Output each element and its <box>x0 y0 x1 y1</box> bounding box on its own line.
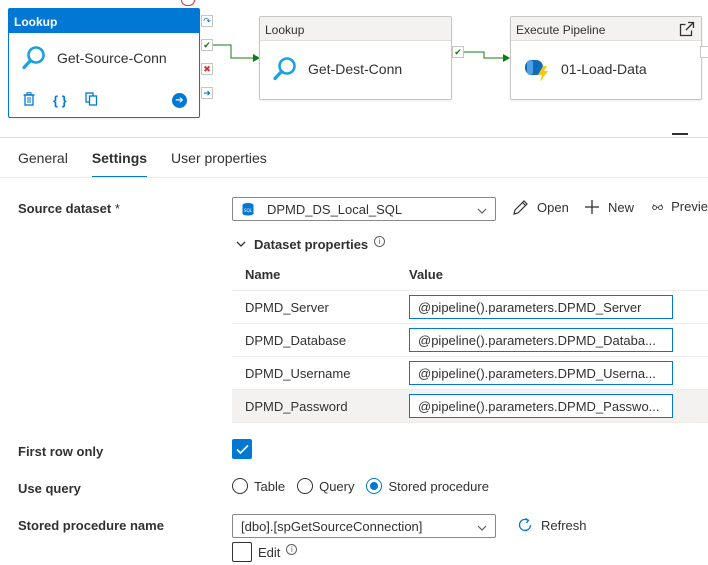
radio-table[interactable]: Table <box>232 478 285 494</box>
param-name: DPMD_Username <box>245 365 351 381</box>
source-dataset-value: DPMD_DS_Local_SQL <box>267 201 403 217</box>
success-port-icon[interactable]: ✔ <box>452 46 464 58</box>
param-value-text: @pipeline().parameters.DPMD_Server <box>418 299 642 315</box>
use-query-radio-group: Table Query Stored procedure <box>232 478 501 494</box>
stored-procedure-select[interactable]: [dbo].[spGetSourceConnection] <box>232 514 496 538</box>
delete-icon[interactable] <box>23 92 35 109</box>
execute-pipeline-icon <box>525 60 548 82</box>
param-value-input[interactable]: @pipeline().parameters.DPMD_Userna... <box>409 361 673 385</box>
failure-port-icon[interactable]: ✖ <box>201 63 213 75</box>
lookup-icon <box>22 46 45 70</box>
checkmark-icon <box>235 444 249 454</box>
activity-01-load-data[interactable]: Execute Pipeline 01-Load-Data <box>510 16 702 100</box>
param-value-input[interactable]: @pipeline().parameters.DPMD_Databa... <box>409 328 673 352</box>
edit-label: Edit <box>258 544 281 560</box>
radio-label: Table <box>254 478 286 494</box>
svg-text:SQL: SQL <box>244 208 253 213</box>
activity-name: Get-Dest-Conn <box>308 61 403 77</box>
dataset-properties-label: Dataset properties <box>254 237 369 252</box>
radio-query[interactable]: Query <box>297 478 354 494</box>
glasses-icon <box>652 203 663 210</box>
info-icon[interactable]: i <box>286 543 298 555</box>
table-row: DPMD_Database @pipeline().parameters.DPM… <box>232 324 708 357</box>
radio-circle <box>297 478 314 494</box>
table-row: DPMD_Username @pipeline().parameters.DPM… <box>232 357 708 390</box>
stored-procedure-label: Stored procedure name <box>18 518 164 533</box>
pipeline-canvas[interactable]: Lookup Get-Source-Conn { } ➔ ↷ ✔ ✖ ➜ Loo… <box>0 0 708 138</box>
activity-type-label: Lookup <box>9 9 199 33</box>
checkbox-box <box>232 542 252 562</box>
first-row-only-checkbox[interactable] <box>232 439 252 459</box>
new-dataset-button[interactable]: New <box>584 199 634 215</box>
code-icon[interactable]: { } <box>53 93 67 108</box>
table-row: DPMD_Password @pipeline().parameters.DPM… <box>232 390 708 423</box>
chevron-down-icon <box>477 519 487 534</box>
success-port-icon[interactable]: ✔ <box>201 39 213 51</box>
success-port-icon[interactable] <box>700 46 708 58</box>
open-label: Open <box>537 200 569 215</box>
param-value-input[interactable]: @pipeline().parameters.DPMD_Passwo... <box>409 394 673 418</box>
param-name: DPMD_Password <box>245 398 348 414</box>
activity-get-dest-conn[interactable]: Lookup Get-Dest-Conn <box>259 16 452 100</box>
param-value-text: @pipeline().parameters.DPMD_Databa... <box>418 332 656 348</box>
refresh-icon <box>518 517 532 531</box>
preview-label: Previe <box>671 199 708 214</box>
activity-name: Get-Source-Conn <box>57 50 167 66</box>
column-header-value: Value <box>409 266 443 282</box>
stored-procedure-value: [dbo].[spGetSourceConnection] <box>241 518 423 534</box>
tab-settings[interactable]: Settings <box>91 150 148 178</box>
open-dataset-button[interactable]: Open <box>512 199 569 216</box>
chevron-down-icon <box>236 239 246 250</box>
copy-icon[interactable] <box>85 92 98 109</box>
required-marker: * <box>114 201 120 216</box>
radio-stored-procedure[interactable]: Stored procedure <box>366 478 489 494</box>
param-value-text: @pipeline().parameters.DPMD_Passwo... <box>418 398 660 414</box>
radio-label: Query <box>319 478 355 494</box>
param-value-text: @pipeline().parameters.DPMD_Userna... <box>418 365 656 381</box>
open-external-icon[interactable] <box>679 21 695 37</box>
activity-type-label: Lookup <box>260 17 451 41</box>
error-indicator-icon <box>181 0 195 6</box>
new-label: New <box>608 199 635 215</box>
canvas-splitter-handle[interactable] <box>672 133 688 135</box>
chevron-down-icon <box>477 202 487 217</box>
lookup-icon <box>273 57 296 81</box>
info-icon[interactable]: i <box>374 236 386 247</box>
table-header: Name Value <box>232 258 708 291</box>
tabs-divider <box>0 177 708 178</box>
dataset-properties-toggle[interactable]: Dataset properties i <box>236 236 386 252</box>
radio-label: Stored procedure <box>388 478 489 494</box>
param-name: DPMD_Database <box>245 332 347 348</box>
activity-get-source-conn[interactable]: Lookup Get-Source-Conn { } ➔ <box>8 8 200 118</box>
param-value-input[interactable]: @pipeline().parameters.DPMD_Server <box>409 295 673 319</box>
tab-user-properties[interactable]: User properties <box>171 150 267 178</box>
table-row: DPMD_Server @pipeline().parameters.DPMD_… <box>232 291 708 324</box>
completion-port-icon[interactable]: ➜ <box>201 87 213 99</box>
connector-line <box>213 44 260 62</box>
use-query-label: Use query <box>18 481 81 496</box>
activity-type-label: Execute Pipeline <box>511 17 701 41</box>
activity-name: 01-Load-Data <box>561 61 647 77</box>
refresh-button[interactable]: Refresh <box>517 517 587 533</box>
tab-general[interactable]: General <box>18 150 68 178</box>
pencil-icon <box>513 200 528 215</box>
source-dataset-label: Source dataset * <box>18 201 120 216</box>
column-header-name: Name <box>245 266 281 282</box>
skip-port-icon[interactable]: ↷ <box>201 15 213 27</box>
edit-checkbox[interactable]: Edit i <box>232 542 298 562</box>
sql-dataset-icon: SQL <box>242 203 254 216</box>
dataset-properties-table: Name Value DPMD_Server @pipeline().param… <box>232 258 708 423</box>
source-dataset-label-text: Source dataset <box>18 201 112 216</box>
plus-icon <box>585 200 599 214</box>
source-dataset-select[interactable]: SQL DPMD_DS_Local_SQL <box>232 197 496 221</box>
radio-circle <box>232 478 248 494</box>
connector-line <box>464 51 510 62</box>
properties-tabs: General Settings User properties <box>18 150 291 178</box>
param-name: DPMD_Server <box>245 299 329 315</box>
arrow-right-icon[interactable]: ➔ <box>172 93 187 108</box>
radio-circle <box>366 478 383 494</box>
refresh-label: Refresh <box>541 517 587 533</box>
preview-dataset-button[interactable]: Previe <box>652 199 708 214</box>
first-row-only-label: First row only <box>18 444 104 459</box>
